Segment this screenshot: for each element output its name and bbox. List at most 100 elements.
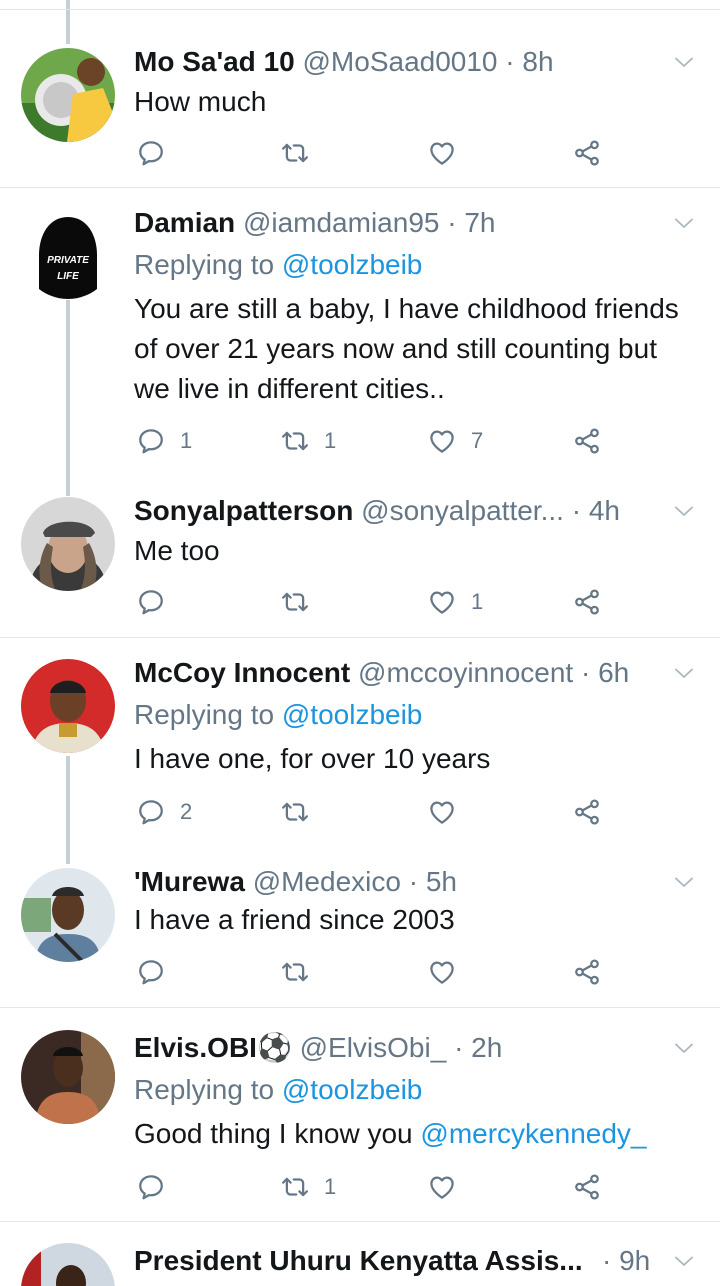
replying-to-user[interactable]: @toolzbeib [282, 699, 423, 730]
chevron-down-icon[interactable] [672, 211, 696, 235]
timestamp[interactable]: 4h [589, 495, 620, 526]
share-button[interactable] [572, 133, 602, 173]
reply-icon [136, 138, 166, 168]
tweet-text: Me too [134, 531, 694, 571]
separator: · [454, 1032, 464, 1063]
avatar[interactable] [21, 1243, 115, 1286]
tweet-text-content: Me too [134, 535, 220, 566]
replying-to: Replying to @toolzbeib [134, 697, 422, 733]
share-button[interactable] [572, 421, 602, 461]
like-button[interactable] [427, 792, 471, 832]
retweet-icon [280, 138, 310, 168]
tweet[interactable]: PRIVATE LIFE Damian @iamdamian95 · 7h Re… [0, 205, 720, 475]
share-button[interactable] [572, 582, 602, 622]
tweet-mention-link[interactable]: @mercykennedy_ [420, 1118, 646, 1149]
like-button[interactable]: 1 [427, 582, 483, 622]
retweet-count: 1 [324, 1174, 337, 1199]
avatar[interactable] [21, 497, 115, 591]
reply-icon [136, 797, 166, 827]
tweet-header: Elvis.OBI⚽ @ElvisObi_ · 2h [134, 1030, 660, 1066]
share-icon [572, 1172, 602, 1202]
share-button[interactable] [572, 792, 602, 832]
retweet-icon [280, 587, 310, 617]
timestamp[interactable]: 8h [522, 46, 553, 77]
replying-to-prefix: Replying to [134, 249, 275, 280]
handle[interactable]: @sonyalpatter... [361, 495, 564, 526]
avatar[interactable] [21, 1030, 115, 1124]
like-icon [427, 138, 457, 168]
tweet-header: President Uhuru Kenyatta Assis... [134, 1243, 630, 1279]
chevron-down-icon[interactable] [672, 870, 696, 894]
tweet[interactable]: Mo Sa'ad 10 @MoSaad0010 · 8h How much [0, 44, 720, 184]
reply-button[interactable]: 1 [136, 421, 192, 461]
display-name[interactable]: Elvis.OBI⚽ [134, 1032, 292, 1063]
avatar[interactable] [21, 48, 115, 142]
chevron-down-icon[interactable] [672, 661, 696, 685]
share-icon [572, 138, 602, 168]
separator: · [571, 495, 582, 526]
handle[interactable]: @Medexico [253, 866, 401, 897]
display-name[interactable]: President Uhuru Kenyatta Assis... [134, 1245, 583, 1276]
retweet-button[interactable] [280, 952, 324, 992]
replying-to-user[interactable]: @toolzbeib [282, 1074, 423, 1105]
like-button[interactable]: 7 [427, 421, 483, 461]
reply-button[interactable]: 2 [136, 792, 192, 832]
handle[interactable]: @iamdamian95 [243, 207, 440, 238]
like-button[interactable] [427, 952, 471, 992]
handle[interactable]: @MoSaad0010 [303, 46, 498, 77]
timestamp[interactable]: 6h [598, 657, 629, 688]
tweet-text: How much [134, 82, 694, 122]
like-icon [427, 1172, 457, 1202]
reply-button[interactable] [136, 582, 180, 622]
tweet-divider [0, 1221, 720, 1222]
like-icon [427, 426, 457, 456]
avatar-text-2: LIFE [57, 271, 79, 282]
like-button[interactable] [427, 1167, 471, 1207]
share-icon [572, 587, 602, 617]
like-button[interactable] [427, 133, 471, 173]
share-icon [572, 957, 602, 987]
tweet[interactable]: Elvis.OBI⚽ @ElvisObi_ · 2h Replying to @… [0, 1030, 720, 1220]
timestamp[interactable]: 2h [471, 1032, 502, 1063]
chevron-down-icon[interactable] [672, 1249, 696, 1273]
display-name[interactable]: Sonyalpatterson [134, 495, 353, 526]
tweet-header: Sonyalpatterson @sonyalpatter... · 4h [134, 493, 660, 529]
retweet-button[interactable] [280, 792, 324, 832]
reply-button[interactable] [136, 133, 180, 173]
retweet-button[interactable] [280, 133, 324, 173]
chevron-down-icon[interactable] [672, 50, 696, 74]
reply-button[interactable] [136, 1167, 180, 1207]
chevron-down-icon[interactable] [672, 1036, 696, 1060]
avatar[interactable] [21, 868, 115, 962]
avatar-text-1: PRIVATE [47, 255, 89, 266]
display-name[interactable]: Damian [134, 207, 235, 238]
tweet-header: Mo Sa'ad 10 @MoSaad0010 · 8h [134, 44, 660, 80]
retweet-button[interactable]: 1 [280, 421, 336, 461]
timestamp[interactable]: 9h [619, 1245, 650, 1276]
replying-to-user[interactable]: @toolzbeib [282, 249, 423, 280]
reply-count: 2 [180, 799, 193, 824]
display-name[interactable]: McCoy Innocent [134, 657, 350, 688]
retweet-count: 1 [324, 428, 337, 453]
avatar[interactable]: PRIVATE LIFE [21, 205, 115, 299]
timestamp[interactable]: 7h [464, 207, 495, 238]
retweet-button[interactable] [280, 582, 324, 622]
reply-button[interactable] [136, 952, 180, 992]
share-button[interactable] [572, 952, 602, 992]
retweet-button[interactable]: 1 [280, 1167, 336, 1207]
timestamp[interactable]: 5h [426, 866, 457, 897]
display-name[interactable]: 'Murewa [134, 866, 245, 897]
tweet-divider [0, 9, 720, 10]
avatar[interactable] [21, 659, 115, 753]
tweet[interactable]: 'Murewa @Medexico · 5h I have a friend s… [0, 864, 720, 1004]
handle[interactable]: @ElvisObi_ [300, 1032, 447, 1063]
like-count: 1 [471, 589, 484, 614]
handle[interactable]: @mccoyinnocent [358, 657, 573, 688]
share-button[interactable] [572, 1167, 602, 1207]
tweet[interactable]: McCoy Innocent @mccoyinnocent · 6h Reply… [0, 655, 720, 835]
tweet-actions: 1 [0, 582, 720, 622]
display-name[interactable]: Mo Sa'ad 10 [134, 46, 295, 77]
tweet[interactable]: President Uhuru Kenyatta Assis... · 9h [0, 1243, 720, 1286]
chevron-down-icon[interactable] [672, 499, 696, 523]
tweet[interactable]: Sonyalpatterson @sonyalpatter... · 4h Me… [0, 493, 720, 633]
